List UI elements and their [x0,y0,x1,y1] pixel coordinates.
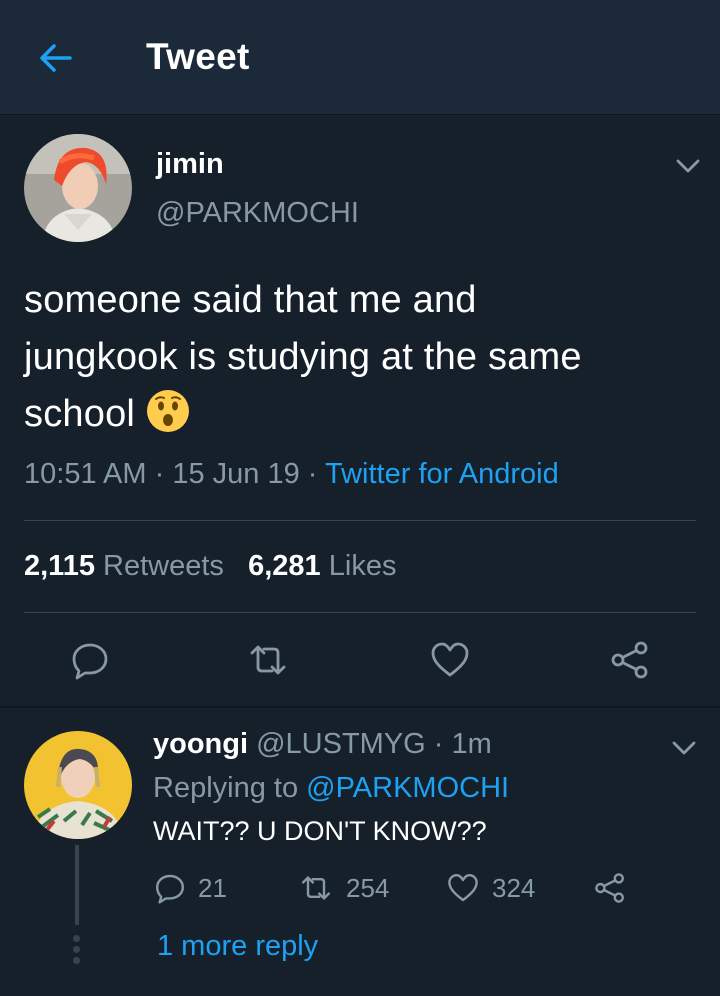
divider [24,612,696,613]
tweet-source-link[interactable]: Twitter for Android [325,458,559,490]
reply-icon [156,874,184,904]
separator: · [433,728,444,760]
divider [24,520,696,521]
reply-text: WAIT?? U DON'T KNOW?? [153,816,487,846]
reply-author-handle[interactable]: @LUSTMYG [256,728,426,760]
likes-count: 6,281 [248,550,321,582]
like-icon [448,874,478,902]
reply-reply-button[interactable]: 21 [154,870,227,906]
reply-header: yoongi @LUSTMYG · 1m [153,728,492,761]
more-replies-link[interactable]: 1 more reply [157,930,318,963]
author-avatar[interactable] [24,134,132,242]
thread-dot [73,946,80,953]
reply-like-count: 324 [492,872,536,903]
reply-author-name[interactable]: yoongi [153,728,248,760]
thread-dot [73,957,80,964]
tweet-text-line: school [24,386,704,443]
tweet-text: someone said that me and jungkook is stu… [24,272,704,443]
back-button[interactable] [34,36,78,80]
replying-to-label: Replying to [153,772,299,804]
hushed-face-emoji [147,390,190,432]
retweets-count: 2,115 [24,550,95,582]
share-icon[interactable] [610,640,650,680]
tweet-date: 15 Jun 19 [172,458,300,490]
thread-line [75,845,79,925]
back-arrow-icon [40,44,72,72]
author-name[interactable]: jimin [156,148,224,181]
reply-author-avatar[interactable] [24,731,132,839]
author-handle[interactable]: @PARKMOCHI [156,197,359,230]
chevron-down-icon[interactable] [674,156,702,176]
share-icon [595,873,624,903]
chevron-down-icon[interactable] [670,738,698,758]
retweets-label: Retweets [103,550,224,582]
separator: · [154,458,165,490]
tweet-text-line: someone said that me and [24,279,477,321]
reply-time: 1m [451,728,492,760]
like-icon[interactable] [430,640,470,680]
section-divider [0,706,720,708]
reply-retweet-count: 254 [346,872,390,903]
reply-retweet-button[interactable]: 254 [298,870,389,906]
page-title: Tweet [146,36,250,77]
retweet-icon [302,876,330,900]
likes-stat[interactable]: 6,281 Likes [248,550,396,582]
reply-icon[interactable] [70,640,110,680]
retweet-icon[interactable] [248,640,288,680]
thread-dot [73,935,80,942]
tweet-metadata: 10:51 AM · 15 Jun 19 · Twitter for Andro… [24,458,559,491]
likes-label: Likes [328,550,397,582]
reply-like-button[interactable]: 324 [446,870,535,906]
engagement-stats: 2,115 Retweets 6,281 Likes [24,550,396,583]
tweet-text-segment: school [24,393,136,435]
replying-to-mention[interactable]: @PARKMOCHI [306,772,509,804]
separator: · [307,458,318,490]
reply-reply-count: 21 [198,872,227,903]
replying-to: Replying to @PARKMOCHI [153,772,509,805]
top-app-bar: Tweet [0,0,720,115]
reply-share-button[interactable] [594,870,638,906]
retweets-stat[interactable]: 2,115 Retweets [24,550,224,582]
tweet-time: 10:51 AM [24,458,147,490]
tweet-text-line: jungkook is studying at the same [24,336,582,378]
